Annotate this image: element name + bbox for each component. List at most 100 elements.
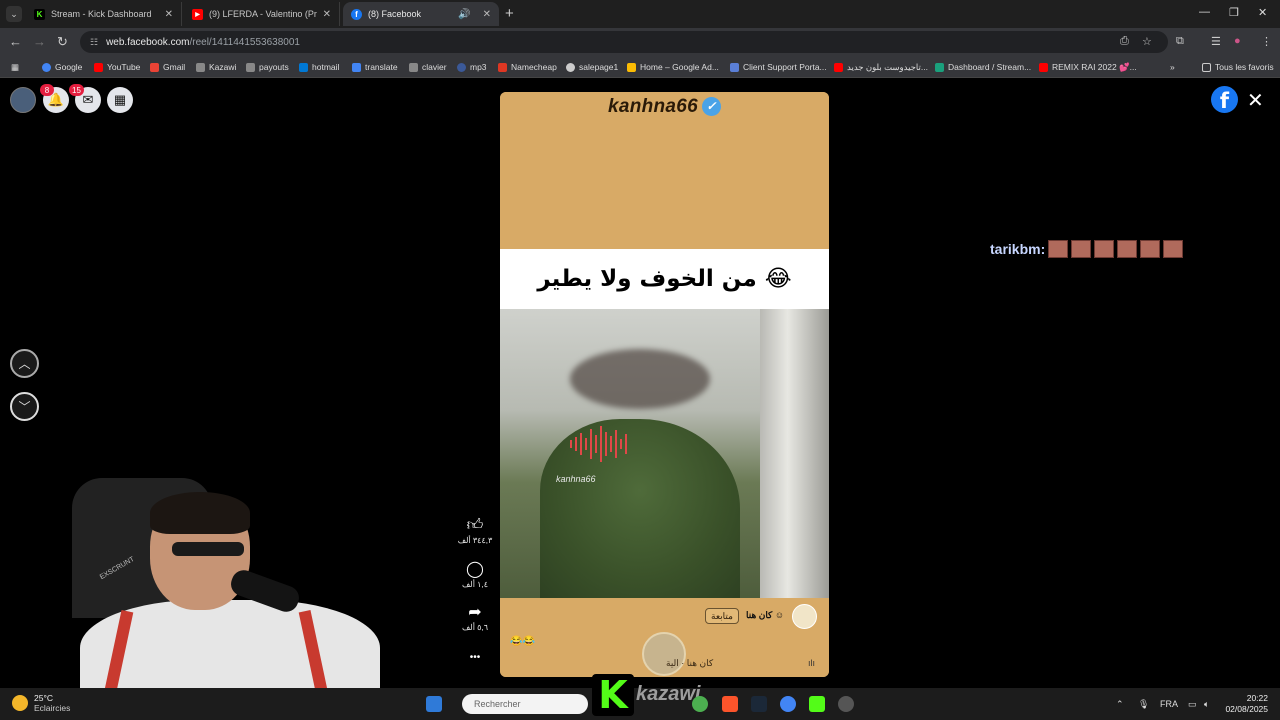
- folder-icon: [196, 62, 205, 72]
- bookmark-remix-rai[interactable]: REMIX RAI 2022 💕...: [1039, 59, 1137, 75]
- bookmark-translate[interactable]: translate: [352, 59, 398, 75]
- share-button[interactable]: ➦ ٥,٦ ألف: [455, 604, 495, 632]
- speaker-icon[interactable]: 🔊: [458, 9, 470, 20]
- menu-grid-button[interactable]: ▦: [107, 87, 133, 113]
- restore-button[interactable]: ❐: [1229, 6, 1239, 19]
- bookmark-mp3[interactable]: mp3: [457, 59, 487, 75]
- more-options-button[interactable]: •••: [455, 649, 495, 667]
- profile-icon[interactable]: ●: [1234, 35, 1241, 47]
- bookmark-stream-dashboard[interactable]: Dashboard / Stream...: [935, 59, 1031, 75]
- bookmark-clavier[interactable]: clavier: [409, 59, 447, 75]
- chrome-active-icon[interactable]: [780, 696, 796, 712]
- bookmark-label: payouts: [259, 62, 289, 72]
- forward-icon[interactable]: →: [33, 34, 46, 49]
- close-reel-icon[interactable]: ✕: [1247, 88, 1264, 113]
- tab-kick-dashboard[interactable]: K Stream - Kick Dashboard ✕: [26, 2, 182, 26]
- reel-video[interactable]: kanhna66 ✓ من الخوف ولا يطير 😂 kanhna66 م…: [500, 92, 829, 677]
- bookmark-all-favorites[interactable]: Tous les favoris: [1202, 59, 1274, 75]
- clock-time: 20:22: [1246, 693, 1268, 703]
- globe-icon: [566, 62, 575, 72]
- reel-caption: من الخوف ولا يطير 😂: [500, 249, 829, 309]
- profile-avatar[interactable]: [10, 87, 36, 113]
- bookmark-namecheap[interactable]: Namecheap: [498, 59, 557, 75]
- chevron-up-icon[interactable]: ⌃: [1116, 699, 1124, 710]
- chevron-up-icon: ︿: [18, 357, 31, 371]
- bookmark-label: Dashboard / Stream...: [948, 62, 1032, 72]
- bookmark-star-icon[interactable]: ☆: [1142, 35, 1152, 48]
- kick-app-icon[interactable]: [809, 696, 825, 712]
- reload-icon[interactable]: ↻: [57, 34, 68, 50]
- apps-icon[interactable]: ▦: [11, 59, 19, 75]
- bookmark-youtube[interactable]: YouTube: [94, 59, 140, 75]
- translate-icon: [352, 62, 361, 72]
- microphone-icon[interactable]: 🎙︎: [1138, 699, 1149, 710]
- address-bar[interactable]: ☷ web.facebook.com/reel/1411441553638001: [80, 31, 1168, 53]
- close-icon[interactable]: ✕: [165, 9, 173, 20]
- minimize-button[interactable]: —: [1199, 6, 1210, 18]
- tab-youtube-lferda[interactable]: ▶ (9) LFERDA - Valentino (Prod IM... ✕: [184, 2, 340, 26]
- reel-author-name[interactable]: كان هنا ☺: [746, 610, 784, 621]
- bookmark-hotmail[interactable]: hotmail: [299, 59, 339, 75]
- reel-author-avatar[interactable]: [792, 604, 817, 629]
- messenger-badge: 15: [69, 84, 84, 96]
- system-clock[interactable]: 20:22 02/08/2025: [1222, 693, 1268, 715]
- comment-button[interactable]: ◯ ١,٤ ألف: [455, 561, 495, 589]
- window-close-button[interactable]: ✕: [1258, 6, 1267, 19]
- bookmark-label: Namecheap: [511, 62, 557, 72]
- steam-icon[interactable]: [751, 696, 767, 712]
- menu-icon[interactable]: ⋮: [1261, 35, 1272, 48]
- messenger-icon: ✉: [82, 92, 94, 107]
- bookmark-payouts[interactable]: payouts: [246, 59, 289, 75]
- close-icon[interactable]: ✕: [323, 9, 331, 20]
- previous-reel-button[interactable]: ︿: [10, 349, 39, 378]
- bird-image: [570, 349, 710, 409]
- chevron-down-icon: ﹀: [18, 400, 31, 414]
- weather-widget[interactable]: 25°C Eclaircies: [12, 693, 70, 713]
- chat-username: tarikbm:: [990, 241, 1046, 257]
- bookmark-salepage1[interactable]: salepage1: [566, 59, 618, 75]
- extensions-icon[interactable]: ⧉: [1176, 35, 1184, 48]
- bookmark-label: clavier: [422, 62, 447, 72]
- gmail-icon: [150, 62, 159, 72]
- bookmark-kazawi[interactable]: Kazawi: [196, 59, 236, 75]
- follow-button[interactable]: متابعة: [705, 608, 739, 624]
- reel-footer: متابعة كان هنا ☺ 😂😂 كان هنا · الية ılı: [500, 598, 829, 677]
- network-icon[interactable]: ▭: [1188, 699, 1197, 710]
- kick-icon: K: [34, 8, 45, 20]
- volume-icon[interactable]: 🔈︎: [1204, 699, 1209, 710]
- music-label[interactable]: كان هنا · الية: [666, 658, 713, 669]
- facebook-logo-icon[interactable]: f: [1211, 86, 1238, 113]
- new-tab-button[interactable]: +: [505, 5, 514, 22]
- bookmark-gmail[interactable]: Gmail: [150, 59, 185, 75]
- back-icon[interactable]: ←: [9, 34, 22, 49]
- audio-icon: ılı: [808, 658, 816, 668]
- windows-start-icon[interactable]: [426, 696, 442, 712]
- next-reel-button[interactable]: ﹀: [10, 392, 39, 421]
- facebook-icon: f: [351, 8, 362, 20]
- bookmark-google[interactable]: Google: [42, 59, 82, 75]
- notifications-badge: 8: [40, 84, 54, 96]
- site-info-icon[interactable]: ☷: [90, 37, 98, 48]
- app-icon[interactable]: [838, 696, 854, 712]
- chrome-icon[interactable]: [692, 696, 708, 712]
- reading-list-icon[interactable]: ☰: [1211, 35, 1221, 48]
- install-app-icon[interactable]: ⎙: [1120, 35, 1129, 48]
- language-indicator[interactable]: FRA: [1160, 699, 1178, 709]
- like-button[interactable]: 👍︎ ٣٤٤,٣ ألف: [455, 517, 495, 545]
- bookmark-google-ads[interactable]: Home – Google Ad...: [627, 59, 719, 75]
- close-icon[interactable]: ✕: [483, 9, 491, 20]
- kick-brand-text: kazawi: [636, 683, 701, 705]
- weather-desc: Eclaircies: [34, 703, 71, 713]
- chevron-right-icon[interactable]: »: [1170, 59, 1175, 75]
- tab-facebook[interactable]: f (8) Facebook 🔊 ✕: [343, 2, 499, 26]
- tab-search-button[interactable]: ⌄: [6, 6, 22, 22]
- brave-icon[interactable]: [722, 696, 738, 712]
- comment-icon: ◯: [466, 561, 484, 578]
- emote-icon: [1071, 240, 1092, 258]
- bookmark-client-support[interactable]: Client Support Porta...: [730, 59, 827, 75]
- clock-date: 02/08/2025: [1225, 704, 1268, 714]
- bookmark-label: mp3: [470, 62, 487, 72]
- bookmark-arabic-video[interactable]: تاجيدوست بلون جديد...: [834, 59, 928, 75]
- music-disc-icon[interactable]: [642, 632, 686, 676]
- taskbar-search[interactable]: Rechercher: [462, 694, 588, 714]
